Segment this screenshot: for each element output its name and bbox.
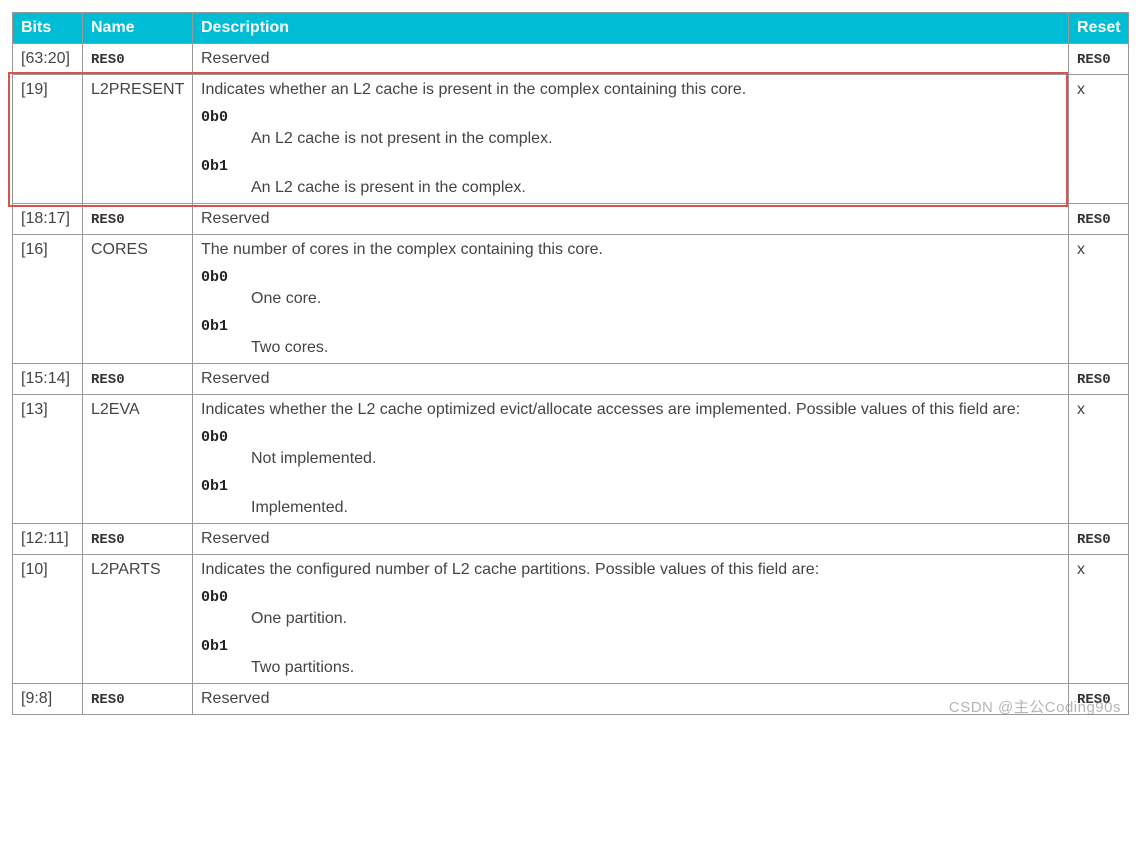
description-cell: Indicates whether an L2 cache is present… xyxy=(193,75,1069,204)
name-cell: RES0 xyxy=(83,684,193,715)
name-cell: RES0 xyxy=(83,204,193,235)
bits-cell: [63:20] xyxy=(13,44,83,75)
bit-value-text: An L2 cache is not present in the comple… xyxy=(251,130,1060,148)
res0-label: RES0 xyxy=(1077,532,1111,548)
description-intro: Reserved xyxy=(201,370,1060,388)
table-row: [12:11] RES0 Reserved RES0 xyxy=(13,524,1129,555)
description-cell: Reserved xyxy=(193,44,1069,75)
reset-cell: x xyxy=(1069,235,1129,364)
header-bits: Bits xyxy=(13,13,83,44)
register-table: Bits Name Description Reset [63:20] RES0 R… xyxy=(12,12,1129,715)
bit-value-code: 0b0 xyxy=(201,269,1060,286)
bits-cell: [19] xyxy=(13,75,83,204)
description-cell: Indicates the configured number of L2 ca… xyxy=(193,555,1069,684)
reset-cell: x xyxy=(1069,555,1129,684)
table-header-row: Bits Name Description Reset xyxy=(13,13,1129,44)
bit-value-text: One partition. xyxy=(251,610,1060,628)
description-intro: Indicates the configured number of L2 ca… xyxy=(201,561,1060,579)
reset-cell: RES0 xyxy=(1069,684,1129,715)
header-name: Name xyxy=(83,13,193,44)
res0-label: RES0 xyxy=(91,52,125,68)
bits-cell: [16] xyxy=(13,235,83,364)
description-intro: The number of cores in the complex conta… xyxy=(201,241,1060,259)
name-cell: L2EVA xyxy=(83,395,193,524)
res0-label: RES0 xyxy=(1077,692,1111,708)
bit-value-text: Not implemented. xyxy=(251,450,1060,468)
table-row: [16]CORES The number of cores in the comp… xyxy=(13,235,1129,364)
bit-value-text: Implemented. xyxy=(251,499,1060,517)
reset-cell: RES0 xyxy=(1069,44,1129,75)
reset-cell: RES0 xyxy=(1069,524,1129,555)
bit-value-code: 0b1 xyxy=(201,478,1060,495)
res0-label: RES0 xyxy=(91,692,125,708)
description-cell: Reserved xyxy=(193,204,1069,235)
reset-cell: RES0 xyxy=(1069,204,1129,235)
res0-label: RES0 xyxy=(1077,52,1111,68)
name-cell: RES0 xyxy=(83,524,193,555)
description-intro: Indicates whether the L2 cache optimized… xyxy=(201,401,1060,419)
description-intro: Reserved xyxy=(201,530,1060,548)
description-intro: Reserved xyxy=(201,50,1060,68)
description-cell: Reserved xyxy=(193,364,1069,395)
bit-value-text: One core. xyxy=(251,290,1060,308)
res0-label: RES0 xyxy=(91,372,125,388)
res0-label: RES0 xyxy=(91,532,125,548)
description-cell: The number of cores in the complex conta… xyxy=(193,235,1069,364)
table-row: [13]L2EVA Indicates whether the L2 cache … xyxy=(13,395,1129,524)
bit-value-code: 0b0 xyxy=(201,109,1060,126)
name-cell: L2PARTS xyxy=(83,555,193,684)
res0-label: RES0 xyxy=(1077,372,1111,388)
name-cell: CORES xyxy=(83,235,193,364)
res0-label: RES0 xyxy=(1077,212,1111,228)
name-cell: L2PRESENT xyxy=(83,75,193,204)
bit-value-text: Two cores. xyxy=(251,339,1060,357)
table-row: [15:14] RES0 Reserved RES0 xyxy=(13,364,1129,395)
bits-cell: [9:8] xyxy=(13,684,83,715)
res0-label: RES0 xyxy=(91,212,125,228)
reset-cell: RES0 xyxy=(1069,364,1129,395)
table-row: [19]L2PRESENT Indicates whether an L2 cac… xyxy=(13,75,1129,204)
header-reset: Reset xyxy=(1069,13,1129,44)
bit-value-code: 0b1 xyxy=(201,158,1060,175)
bits-cell: [13] xyxy=(13,395,83,524)
bit-value-code: 0b1 xyxy=(201,638,1060,655)
description-intro: Reserved xyxy=(201,690,1060,708)
description-cell: Reserved xyxy=(193,524,1069,555)
bit-value-code: 0b1 xyxy=(201,318,1060,335)
bit-value-code: 0b0 xyxy=(201,589,1060,606)
reset-cell: x xyxy=(1069,395,1129,524)
description-intro: Indicates whether an L2 cache is present… xyxy=(201,81,1060,99)
bit-value-text: An L2 cache is present in the complex. xyxy=(251,179,1060,197)
table-row: [9:8] RES0 Reserved RES0 xyxy=(13,684,1129,715)
bit-value-text: Two partitions. xyxy=(251,659,1060,677)
name-cell: RES0 xyxy=(83,364,193,395)
table-row: [63:20] RES0 Reserved RES0 xyxy=(13,44,1129,75)
name-cell: RES0 xyxy=(83,44,193,75)
bits-cell: [10] xyxy=(13,555,83,684)
description-intro: Reserved xyxy=(201,210,1060,228)
bits-cell: [18:17] xyxy=(13,204,83,235)
bits-cell: [15:14] xyxy=(13,364,83,395)
description-cell: Indicates whether the L2 cache optimized… xyxy=(193,395,1069,524)
table-row: [10]L2PARTS Indicates the configured numb… xyxy=(13,555,1129,684)
bit-value-code: 0b0 xyxy=(201,429,1060,446)
table-row: [18:17] RES0 Reserved RES0 xyxy=(13,204,1129,235)
description-cell: Reserved xyxy=(193,684,1069,715)
reset-cell: x xyxy=(1069,75,1129,204)
bits-cell: [12:11] xyxy=(13,524,83,555)
header-description: Description xyxy=(193,13,1069,44)
